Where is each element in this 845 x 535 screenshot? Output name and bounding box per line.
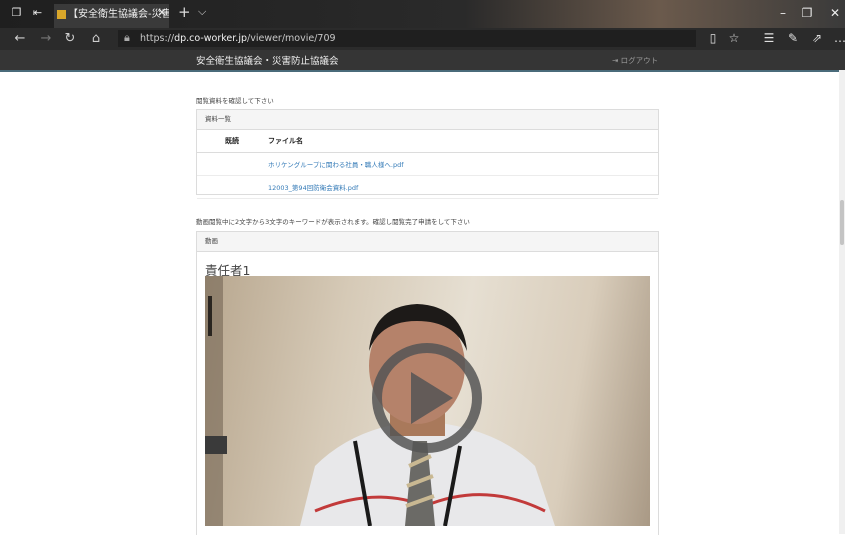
new-tab-icon[interactable]: + (178, 3, 191, 21)
url-field[interactable]: 🔒︎ https://dp.co-worker.jp/viewer/movie/… (118, 30, 696, 47)
url-text: https://dp.co-worker.jp/viewer/movie/709 (140, 32, 336, 45)
reading-view-icon[interactable]: ▯ (705, 31, 721, 45)
back-icon[interactable]: ← (12, 31, 28, 46)
table-row: 12003_第94回防衛会資料.pdf (197, 175, 658, 199)
tabs-aside-icon[interactable]: ⇤ (31, 7, 44, 19)
table-row: ホリケングループに関わる社員・職人様へ.pdf (197, 152, 658, 176)
url-domain: dp.co-worker.jp (174, 33, 248, 44)
column-read: 既読 (197, 130, 267, 153)
video-panel-heading: 動画 (197, 232, 658, 252)
file-link[interactable]: 12003_第94回防衛会資料.pdf (268, 184, 358, 192)
tab-list-chevron-icon[interactable]: ⌵ (198, 5, 206, 19)
documents-panel-heading: 資料一覧 (197, 110, 658, 130)
home-icon[interactable]: ⌂ (88, 31, 104, 46)
documents-panel: 資料一覧 既読 ファイル名 ホリケングループに関わる社員・職人様へ.pdf 12… (196, 109, 659, 199)
minimize-icon[interactable]: – (773, 6, 793, 20)
pen-icon[interactable]: ✎ (785, 31, 801, 45)
video-panel: 動画 責任者1 (196, 231, 659, 535)
lock-icon: 🔒︎ (124, 31, 130, 44)
filename-cell: 12003_第94回防衛会資料.pdf (267, 175, 658, 199)
table-header-row: 既読 ファイル名 (197, 130, 658, 153)
read-cell (197, 175, 267, 199)
video-frame (205, 276, 555, 526)
restore-icon[interactable]: ❐ (797, 6, 817, 20)
favorite-star-icon[interactable]: ☆ (726, 31, 742, 45)
more-icon[interactable]: … (832, 31, 845, 45)
site-header: 安全衛生協議会・災害防止協議会 ⇥ ログアウト (0, 50, 845, 72)
forward-icon[interactable]: → (38, 31, 54, 46)
documents-table: 既読 ファイル名 ホリケングループに関わる社員・職人様へ.pdf 12003_第… (197, 130, 658, 199)
tab-title: 【安全衛生協議会-災害I (68, 9, 169, 20)
browser-title-bar: ❐ ⇤ 【安全衛生協議会-災害I × + ⌵ – ❐ ✕ (0, 0, 845, 28)
site-title[interactable]: 安全衛生協議会・災害防止協議会 (196, 53, 339, 67)
window-close-icon[interactable]: ✕ (825, 6, 845, 20)
scrollbar-thumb[interactable] (840, 200, 844, 245)
documents-instruction: 閲覧資料を確認して下さい (196, 97, 274, 105)
share-icon[interactable]: ⇗ (809, 31, 825, 45)
url-path: /viewer/movie/709 (247, 33, 336, 44)
video-instruction: 動画閲覧中に2文字から3文字のキーワードが表示されます。確認し閲覧完了申請をして… (196, 218, 470, 226)
logout-link[interactable]: ⇥ ログアウト (612, 55, 658, 66)
read-cell (197, 152, 267, 176)
url-prefix: https:// (140, 33, 175, 44)
page-scrollbar[interactable] (839, 70, 845, 534)
file-link[interactable]: ホリケングループに関わる社員・職人様へ.pdf (268, 161, 404, 169)
refresh-icon[interactable]: ↻ (62, 31, 78, 46)
browser-tab-active[interactable]: 【安全衛生協議会-災害I (54, 4, 169, 28)
tab-close-icon[interactable]: × (157, 5, 167, 19)
tab-actions-icon[interactable]: ❐ (10, 7, 23, 19)
video-player[interactable] (205, 276, 650, 526)
column-filename: ファイル名 (267, 130, 658, 153)
address-bar-row: ← → ↻ ⌂ 🔒︎ https://dp.co-worker.jp/viewe… (0, 28, 845, 50)
filename-cell: ホリケングループに関わる社員・職人様へ.pdf (267, 152, 658, 176)
site-favicon-icon (57, 10, 66, 19)
favorites-list-icon[interactable]: ☰ (761, 31, 777, 45)
